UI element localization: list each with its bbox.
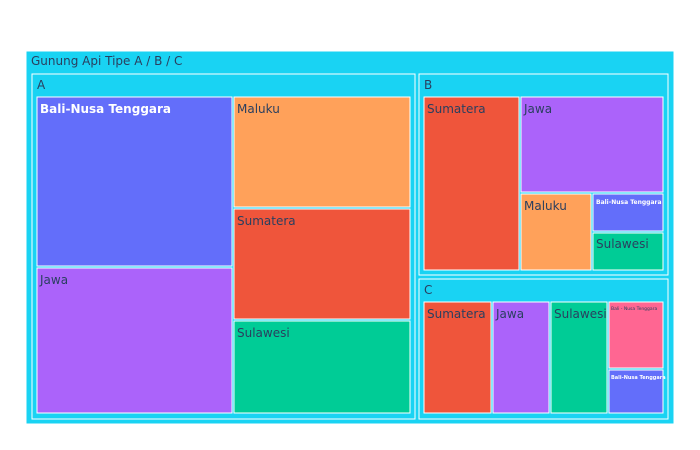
treemap-tile-c-bali-nusa-tenggara-label: Bali-Nusa Tenggara — [611, 375, 666, 381]
treemap-tile-b-sulawesi-label: Sulawesi — [596, 237, 649, 251]
treemap-tile-a-jawa-label: Jawa — [39, 273, 68, 287]
treemap-tile-c-bali-nusa-tenggara-label: Bali - Nusa Tenggara — [611, 306, 658, 312]
treemap-group-label-a: A — [37, 78, 46, 92]
treemap-tile-a-sumatera-label: Sumatera — [237, 214, 296, 228]
treemap-tile-a-bali-nusa-tenggara-label: Bali-Nusa Tenggara — [40, 102, 171, 116]
treemap-tile-b-maluku-label: Maluku — [524, 199, 567, 213]
treemap-chart: Gunung Api Tipe A / B / C A Bali-Nusa Teng… — [25, 50, 675, 425]
treemap-tile-a-bali-nusa-tenggara[interactable] — [36, 96, 233, 267]
treemap-tile-b-jawa-label: Jawa — [523, 102, 552, 116]
treemap-tile-a-jawa[interactable] — [36, 267, 233, 414]
treemap-group-label-b: B — [424, 78, 432, 92]
treemap-group-label-c: C — [424, 283, 432, 297]
treemap-tile-c-sumatera-label: Sumatera — [427, 307, 486, 321]
treemap-tile-b-sumatera-label: Sumatera — [427, 102, 486, 116]
treemap-tile-b-sumatera[interactable] — [423, 96, 520, 271]
treemap-tile-a-maluku-label: Maluku — [237, 102, 280, 116]
treemap-root-label: Gunung Api Tipe A / B / C — [31, 54, 182, 68]
treemap-tile-c-sulawesi-label: Sulawesi — [554, 307, 607, 321]
treemap-tile-b-bali-nusa-tenggara-label: Bali-Nusa Tenggara — [596, 199, 662, 206]
treemap-tile-a-sulawesi-label: Sulawesi — [237, 326, 290, 340]
treemap-tile-c-jawa-label: Jawa — [495, 307, 524, 321]
